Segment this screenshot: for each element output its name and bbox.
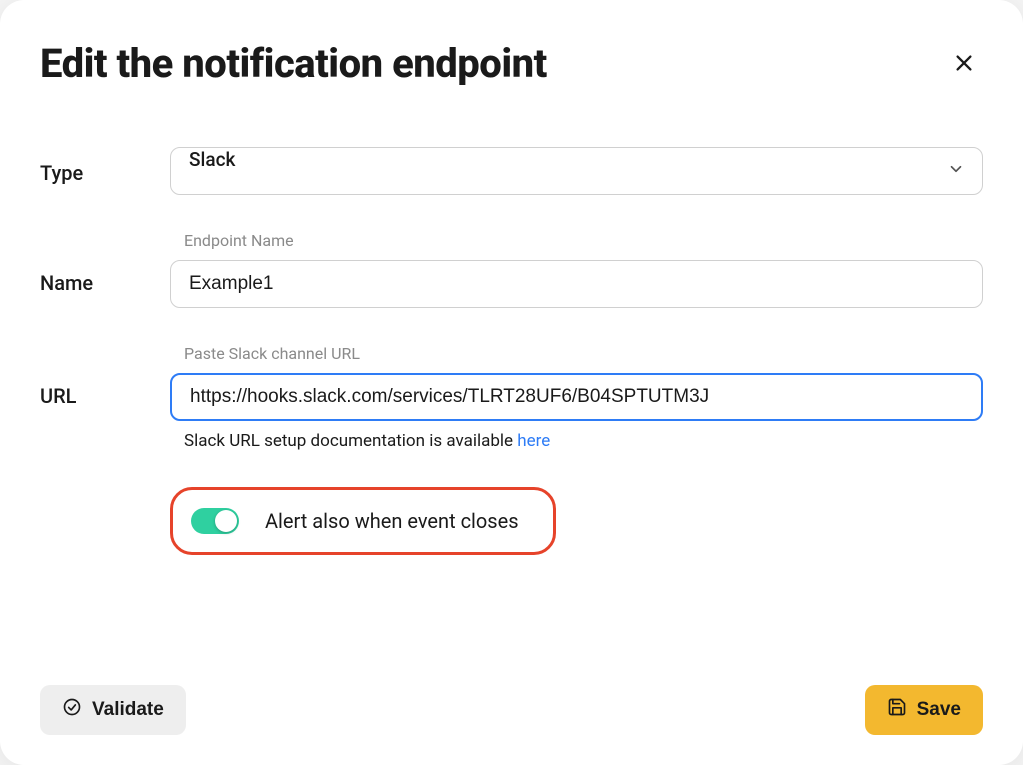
save-icon	[887, 697, 907, 723]
url-hint: Paste Slack channel URL	[184, 344, 983, 363]
url-help-prefix: Slack URL setup documentation is availab…	[184, 431, 517, 451]
name-label: Name	[40, 231, 170, 295]
modal-footer: Validate Save	[40, 685, 983, 735]
validate-label: Validate	[92, 699, 164, 721]
type-row: Type Slack	[40, 147, 983, 195]
url-help-text: Slack URL setup documentation is availab…	[184, 431, 983, 451]
name-input[interactable]	[170, 260, 983, 308]
endpoint-form: Type Slack Name Endpoint Name	[40, 147, 983, 685]
alert-toggle-label: Alert also when event closes	[265, 509, 519, 533]
save-label: Save	[917, 699, 961, 721]
alert-toggle-highlight: Alert also when event closes	[170, 487, 556, 555]
type-select[interactable]: Slack	[170, 147, 983, 195]
close-button[interactable]	[945, 44, 983, 85]
alert-toggle-row: Alert also when event closes	[170, 487, 983, 555]
modal-title: Edit the notification endpoint	[40, 40, 547, 87]
name-hint: Endpoint Name	[184, 231, 983, 250]
check-circle-icon	[62, 697, 82, 723]
type-select-wrap: Slack	[170, 147, 983, 195]
edit-endpoint-modal: Edit the notification endpoint Type Slac…	[0, 0, 1023, 765]
toggle-knob	[215, 510, 237, 532]
save-button[interactable]: Save	[865, 685, 983, 735]
modal-header: Edit the notification endpoint	[40, 40, 983, 87]
type-label: Type	[40, 147, 170, 185]
url-label: URL	[40, 344, 170, 408]
validate-button[interactable]: Validate	[40, 685, 186, 735]
url-row: URL Paste Slack channel URL Slack URL se…	[40, 344, 983, 451]
alert-toggle[interactable]	[191, 508, 239, 534]
url-input[interactable]	[170, 373, 983, 421]
url-help-link[interactable]: here	[517, 431, 550, 451]
close-icon	[953, 62, 975, 77]
name-row: Name Endpoint Name	[40, 231, 983, 308]
